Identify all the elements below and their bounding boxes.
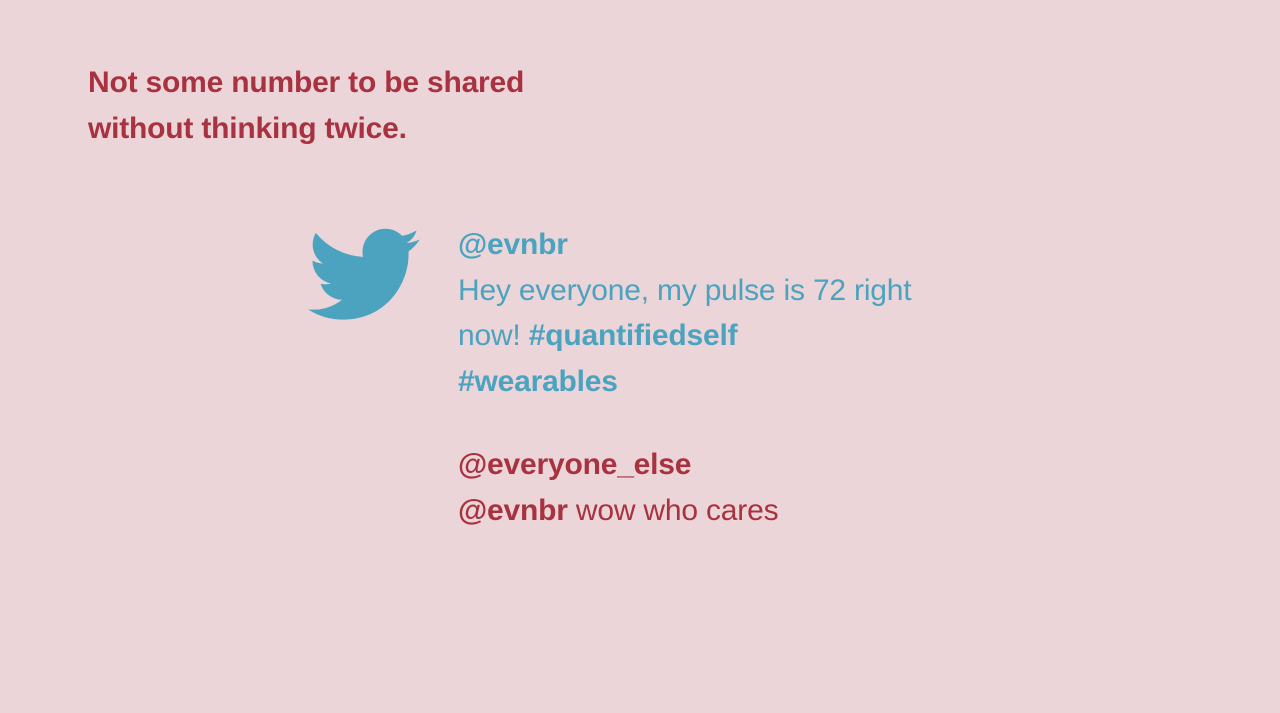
- tweet-text: Hey everyone, my pulse is 72 right: [458, 273, 912, 307]
- hashtag-wearables[interactable]: #wearables: [458, 365, 618, 398]
- twitter-bird-icon: [308, 228, 420, 320]
- heading-line-1: Not some number to be shared: [88, 66, 525, 99]
- slide: Not some number to be shared without thi…: [0, 0, 1280, 713]
- tweet-everyone-else: @everyone_else @evnbr wow who cares: [458, 442, 1098, 533]
- tweet-handle[interactable]: @evnbr: [458, 222, 1098, 268]
- slide-heading: Not some number to be shared without thi…: [88, 60, 648, 152]
- heading-line-2: without thinking twice.: [88, 112, 407, 145]
- tweet-text: now!: [458, 319, 529, 352]
- mention-evnbr[interactable]: @evnbr: [458, 494, 568, 527]
- tweet-text-line-1: Hey everyone, my pulse is 72 right: [458, 268, 1098, 314]
- hashtag-quantifiedself[interactable]: #quantifiedself: [529, 319, 738, 352]
- tweet-text-line-3: #wearables: [458, 359, 1098, 405]
- tweet-text-line-2: now! #quantifiedself: [458, 313, 1098, 359]
- reply-text: wow who cares: [567, 493, 779, 527]
- tweet-evnbr: @evnbr Hey everyone, my pulse is 72 righ…: [458, 222, 1098, 404]
- reply-text-line: @evnbr wow who cares: [458, 488, 1098, 534]
- tweet-handle[interactable]: @everyone_else: [458, 442, 1098, 488]
